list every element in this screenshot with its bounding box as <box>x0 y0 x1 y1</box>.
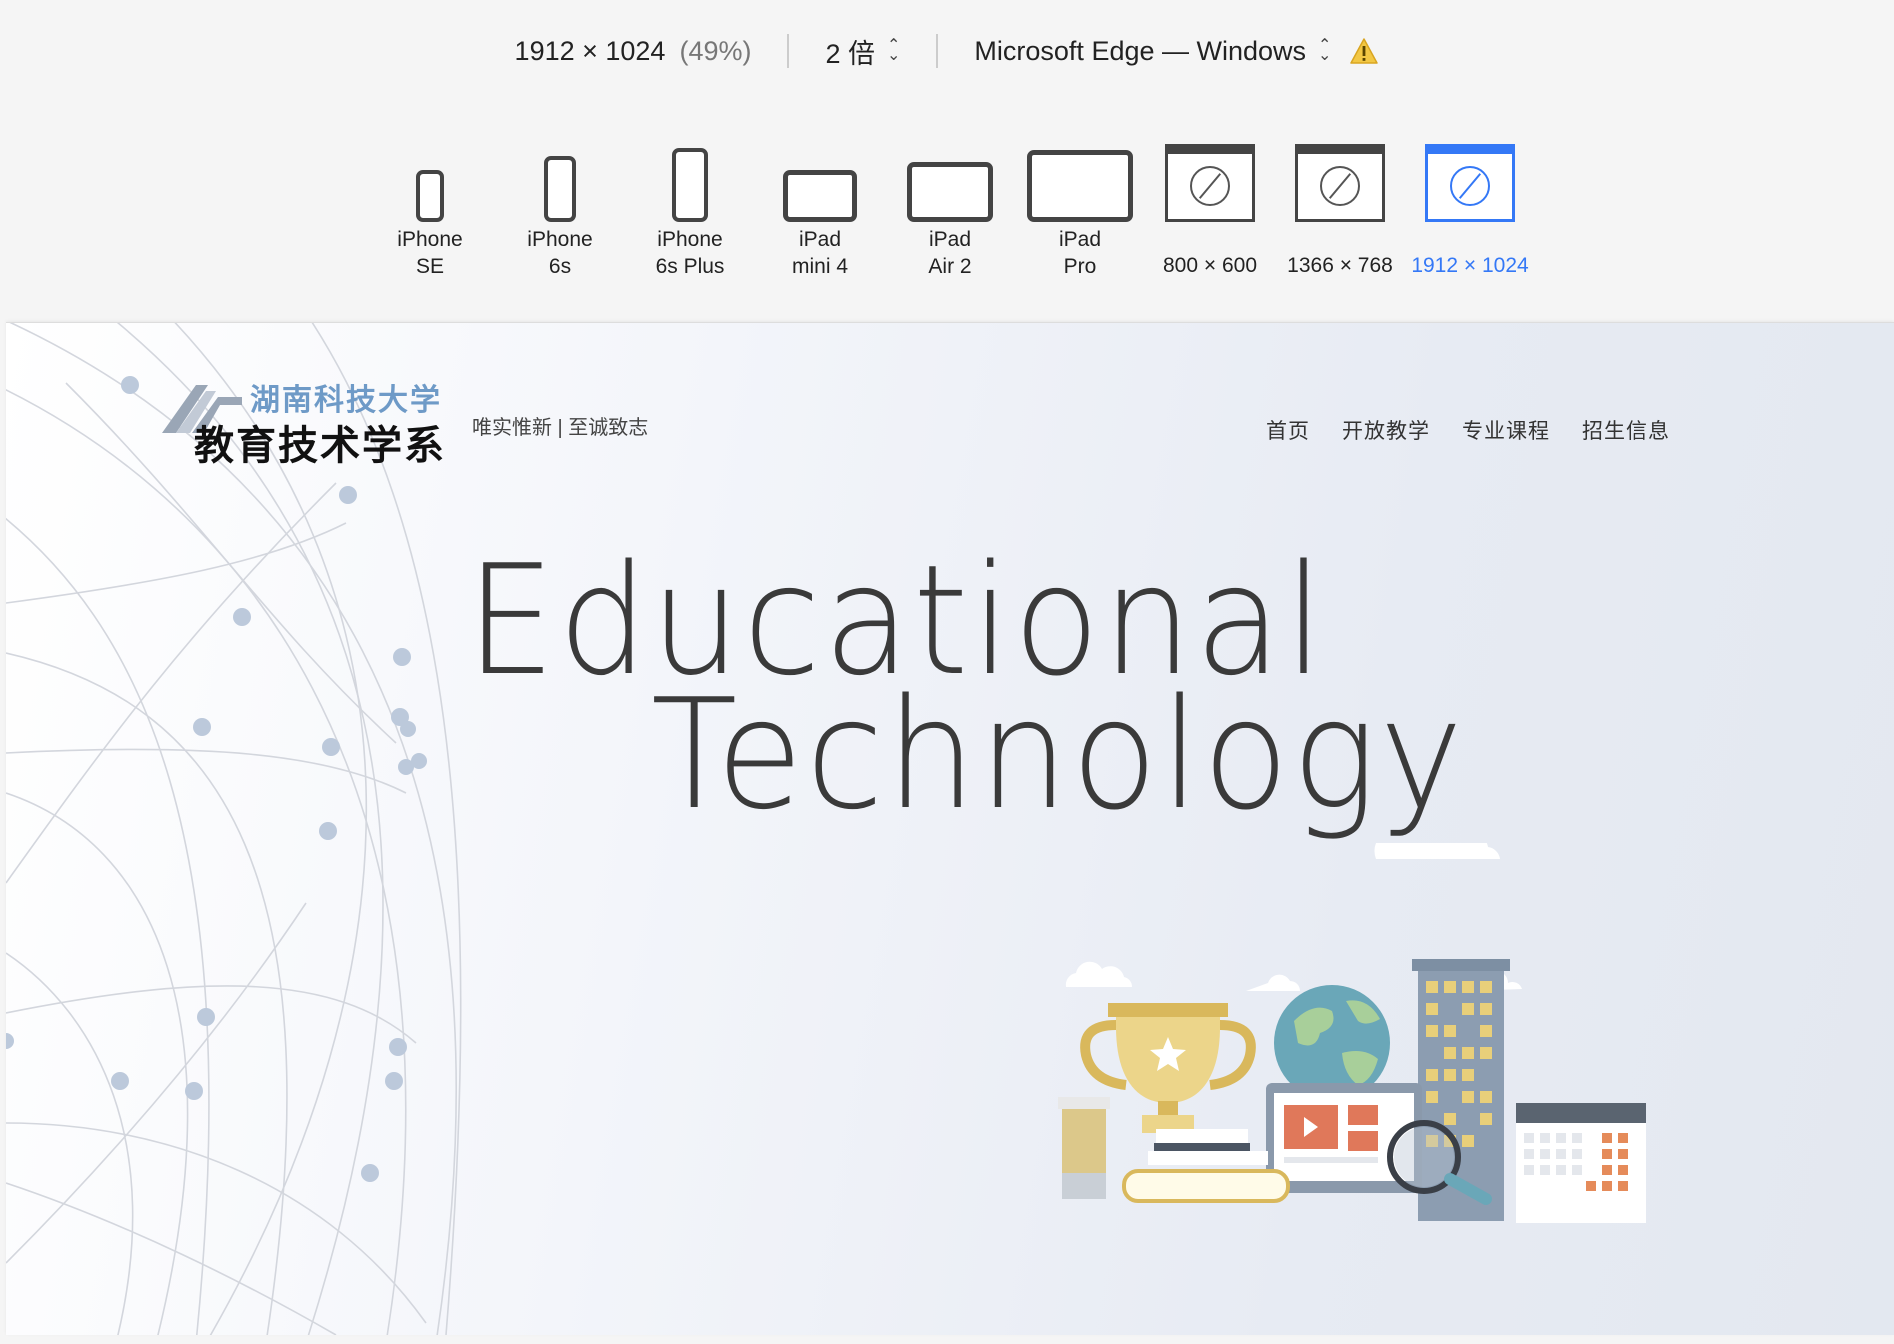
device-label: iPhone <box>397 228 463 251</box>
viewport-size: 1912 × 1024 <box>514 35 666 66</box>
compass-icon <box>1190 165 1230 206</box>
device-ipad-air-2[interactable]: iPad Air 2 <box>890 118 1010 280</box>
browser-value: Microsoft Edge — Windows <box>974 35 1307 66</box>
tablet-icon <box>1027 150 1133 222</box>
phone-icon <box>416 170 444 222</box>
hero-title-line2: Technology <box>651 666 1466 843</box>
browser-select[interactable]: Microsoft Edge — Windows ⌃ ⌄ <box>974 36 1331 67</box>
device-label: 6s Plus <box>655 255 725 278</box>
site-nav: 首页 开放教学 专业课程 招生信息 <box>1266 415 1670 445</box>
browser-window-icon <box>1425 144 1515 222</box>
divider <box>936 34 939 68</box>
site-logo[interactable]: 湖南科技大学 教育技术学系 <box>156 375 456 469</box>
nav-item-home[interactable]: 首页 <box>1266 415 1310 445</box>
divider <box>787 34 790 68</box>
device-label: Air 2 <box>928 255 972 278</box>
site-slogan: 唯实惟新 | 至诚致志 <box>472 417 649 439</box>
device-label: iPhone <box>527 228 593 251</box>
device-1366x768[interactable]: 1366 × 768 <box>1280 118 1400 279</box>
updown-chevron-icon: ⌃ ⌄ <box>1318 37 1332 64</box>
device-label: iPhone <box>657 228 723 251</box>
scale-select[interactable]: 2 倍 ⌃ ⌄ <box>825 32 900 71</box>
zoom-percent: (49%) <box>679 35 752 66</box>
device-ipad-mini-4[interactable]: iPad mini 4 <box>760 118 880 280</box>
device-label: iPad <box>1058 228 1102 251</box>
phone-icon <box>672 148 708 222</box>
device-label: 1912 × 1024 <box>1411 254 1529 277</box>
nav-item-admissions[interactable]: 招生信息 <box>1582 415 1670 445</box>
device-label: 6s <box>548 255 572 278</box>
device-label: iPad <box>928 228 972 251</box>
device-ipad-pro[interactable]: iPad Pro <box>1020 118 1140 280</box>
phone-icon <box>544 156 576 222</box>
browser-window-icon <box>1165 144 1255 222</box>
device-label: mini 4 <box>791 255 849 278</box>
nav-item-open-teaching[interactable]: 开放教学 <box>1342 415 1430 445</box>
web-viewport: 湖南科技大学 教育技术学系 唯实惟新 | 至诚致志 首页 开放教学 专业课程 招… <box>6 322 1894 1335</box>
device-label: SE <box>415 255 444 278</box>
device-label: Pro <box>1063 255 1097 278</box>
warning-icon[interactable] <box>1349 37 1379 65</box>
compass-icon <box>1450 165 1490 206</box>
compass-icon <box>1320 165 1360 206</box>
logo-department-name: 教育技术学系 <box>194 422 446 469</box>
device-iphone-se[interactable]: iPhone SE <box>370 118 490 280</box>
scale-value: 2 倍 <box>825 38 876 69</box>
tablet-icon <box>907 162 993 222</box>
size-row: 1912 × 1024 (49%) 2 倍 ⌃ ⌄ Microsoft Edge … <box>0 28 1894 74</box>
nav-item-courses[interactable]: 专业课程 <box>1462 415 1550 445</box>
responsive-toolbar: 1912 × 1024 (49%) 2 倍 ⌃ ⌄ Microsoft Edge … <box>0 0 1894 322</box>
device-presets: iPhone SE iPhone 6s iPhone 6s Plus iPad mini… <box>0 118 1894 278</box>
network-globe-graphic <box>6 323 462 1335</box>
device-iphone-6s-plus[interactable]: iPhone 6s Plus <box>630 118 750 280</box>
device-1912x1024[interactable]: 1912 × 1024 <box>1410 118 1530 279</box>
device-label: 1366 × 768 <box>1287 254 1393 277</box>
device-iphone-6s[interactable]: iPhone 6s <box>500 118 620 280</box>
updown-chevron-icon: ⌃ ⌄ <box>887 37 901 64</box>
device-label: iPad <box>798 228 842 251</box>
education-illustration <box>1058 843 1646 1223</box>
device-800x600[interactable]: 800 × 600 <box>1150 118 1270 279</box>
viewport-size-readout: 1912 × 1024 (49%) <box>515 36 752 67</box>
browser-window-icon <box>1295 144 1385 222</box>
device-label: 800 × 600 <box>1162 254 1257 277</box>
tablet-icon <box>783 170 857 222</box>
